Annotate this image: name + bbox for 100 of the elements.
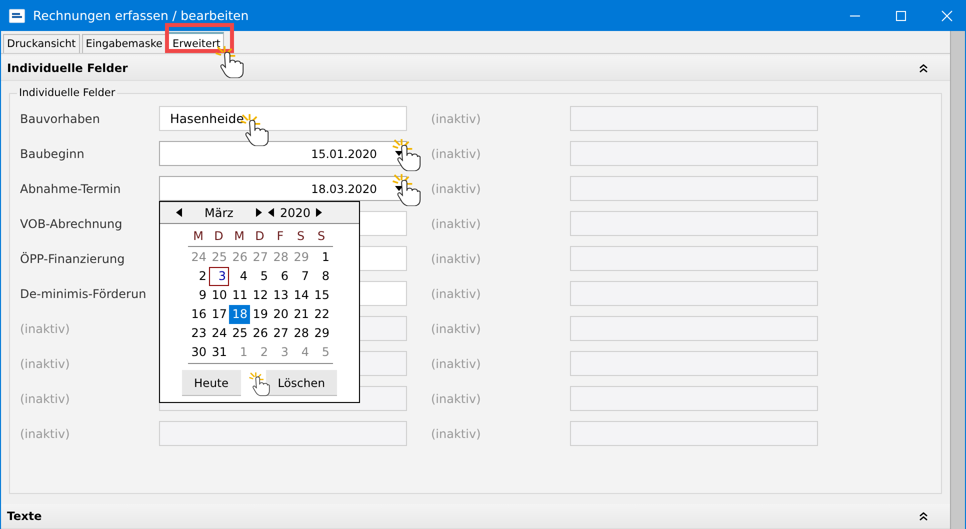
field-label: (inaktiv) [431, 112, 482, 126]
section-title: Individuelle Felder [7, 61, 128, 75]
input-field[interactable] [570, 351, 818, 376]
clear-button[interactable]: Löschen [266, 370, 337, 396]
date-field[interactable]: 15.01.2020 [159, 141, 407, 166]
weekday-label: D [254, 228, 266, 245]
field-label: Bauvorhaben [20, 112, 101, 126]
today-button[interactable]: Heute [182, 370, 241, 396]
field-label: (inaktiv) [20, 322, 71, 336]
calendar-day[interactable]: 5 [250, 267, 270, 286]
calendar-day[interactable]: 7 [290, 267, 311, 286]
calendar-day[interactable]: 4 [290, 343, 311, 362]
field-label: Abnahme-Termin [20, 182, 122, 196]
field-label: (inaktiv) [431, 146, 482, 160]
calendar-day[interactable]: 2 [250, 343, 270, 362]
app-icon [9, 8, 25, 24]
field-label: (inaktiv) [431, 392, 482, 406]
input-field[interactable] [570, 421, 818, 446]
weekday-label: F [276, 228, 285, 245]
weekday-label: D [213, 228, 224, 245]
collapse-icon[interactable] [919, 512, 928, 520]
input-field[interactable] [570, 246, 818, 271]
input-field[interactable] [570, 386, 818, 411]
next-month-icon[interactable] [256, 208, 262, 217]
calendar-day[interactable]: 22 [311, 305, 332, 324]
calendar-day[interactable]: 23 [188, 324, 208, 343]
input-field[interactable] [570, 281, 818, 306]
previous-month-icon[interactable] [176, 208, 182, 217]
calendar-day[interactable]: 29 [290, 248, 311, 267]
field-label: Baubeginn [20, 146, 86, 160]
dropdown-arrow-icon[interactable] [395, 186, 403, 191]
field-label: (inaktiv) [431, 182, 482, 196]
close-icon[interactable] [941, 10, 953, 22]
calendar-day[interactable]: 25 [208, 248, 229, 267]
calendar-day[interactable]: 10 [208, 286, 229, 305]
calendar-day[interactable]: 8 [311, 267, 332, 286]
scrollbar[interactable] [950, 31, 965, 529]
calendar-day[interactable]: 3 [270, 343, 290, 362]
calendar-day[interactable]: 20 [270, 305, 290, 324]
group-title: Individuelle Felder [18, 87, 116, 99]
calendar-day[interactable]: 14 [290, 286, 311, 305]
section-header[interactable]: Texte [1, 504, 950, 529]
dropdown-arrow-icon[interactable] [395, 151, 403, 156]
calendar-day[interactable]: 29 [311, 324, 332, 343]
calendar-day[interactable]: 26 [250, 324, 270, 343]
field-label: (inaktiv) [431, 356, 482, 370]
collapse-icon[interactable] [919, 64, 928, 72]
calendar-day[interactable]: 28 [270, 248, 290, 267]
field-label: (inaktiv) [431, 322, 482, 336]
calendar-day[interactable]: 11 [229, 286, 250, 305]
input-field[interactable] [570, 316, 818, 341]
input-field[interactable] [570, 176, 818, 201]
calendar-day[interactable]: 28 [290, 324, 311, 343]
tab[interactable]: Druckansicht [3, 34, 80, 53]
calendar-day[interactable]: 24 [208, 324, 229, 343]
calendar-day[interactable]: 27 [250, 248, 270, 267]
calendar-day[interactable]: 31 [208, 343, 229, 362]
input-field[interactable] [570, 141, 818, 166]
field-label: (inaktiv) [431, 286, 482, 300]
calendar-day[interactable]: 21 [290, 305, 311, 324]
next-year-icon[interactable] [316, 208, 322, 217]
maximize-icon[interactable] [895, 10, 907, 22]
hand-cursor-icon [214, 46, 244, 78]
calendar-day[interactable]: 30 [188, 343, 208, 362]
field-label: ÖPP-Finanzierung [20, 252, 126, 266]
calendar-day[interactable]: 26 [229, 248, 250, 267]
calendar-day[interactable]: 9 [188, 286, 208, 305]
field-label: De-minimis-Förderun [20, 286, 148, 300]
calendar-day[interactable]: 24 [188, 248, 208, 267]
section-header[interactable]: Individuelle Felder [1, 56, 950, 81]
weekday-label: S [316, 228, 326, 245]
tab[interactable]: Eingabemaske [82, 34, 166, 53]
calendar-day[interactable]: 13 [270, 286, 290, 305]
date-field[interactable]: 18.03.2020 [159, 176, 407, 201]
calendar-day[interactable]: 2 [188, 267, 208, 286]
calendar-day[interactable]: 17 [208, 305, 229, 324]
calendar-day[interactable]: 27 [270, 324, 290, 343]
input-field[interactable] [159, 421, 407, 446]
section-title: Texte [7, 509, 42, 523]
calendar-day[interactable]: 19 [250, 305, 270, 324]
calendar-day[interactable]: 15 [311, 286, 332, 305]
hand-cursor-icon [248, 372, 270, 396]
input-field[interactable]: Hasenheide [159, 106, 407, 131]
field-label: (inaktiv) [431, 252, 482, 266]
calendar-day[interactable]: 25 [229, 324, 250, 343]
previous-year-icon[interactable] [268, 208, 274, 217]
input-field[interactable] [570, 106, 818, 131]
calendar-day[interactable]: 18 [229, 305, 250, 324]
calendar-day[interactable]: 3 [208, 267, 229, 286]
calendar-day[interactable]: 16 [188, 305, 208, 324]
calendar-day[interactable]: 4 [229, 267, 250, 286]
input-field[interactable] [570, 211, 818, 236]
calendar-day[interactable]: 5 [311, 343, 332, 362]
field-label: (inaktiv) [431, 426, 482, 440]
field-label: (inaktiv) [20, 356, 71, 370]
calendar-day[interactable]: 6 [270, 267, 290, 286]
calendar-day[interactable]: 1 [229, 343, 250, 362]
weekday-label: M [192, 228, 204, 245]
calendar-day[interactable]: 12 [250, 286, 270, 305]
calendar-day[interactable]: 1 [311, 248, 332, 267]
